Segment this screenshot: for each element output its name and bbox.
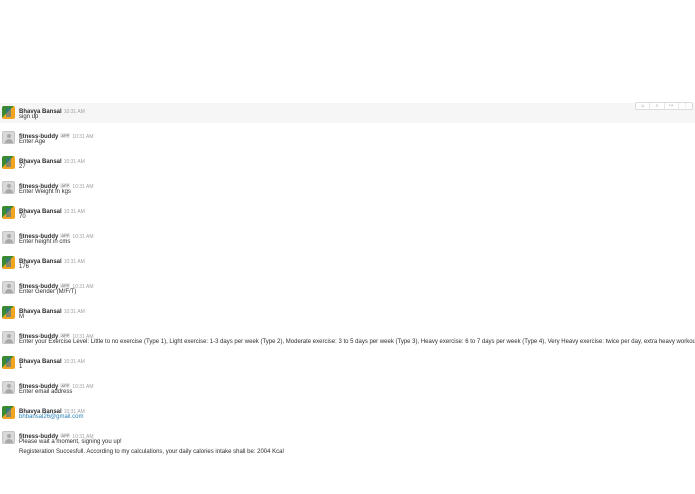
message-row[interactable]: Bhavya Bansal 10:31 AM bhbansal26@gmail.co… [0, 403, 695, 423]
message-timestamp[interactable]: 10:31 AM [64, 309, 85, 315]
message-row[interactable]: Bhavya Bansal 10:31 AM sign up [0, 103, 695, 123]
app-badge: APP [60, 133, 71, 138]
message-row[interactable]: Bhavya Bansal 10:31 AM 176 [0, 253, 695, 273]
message-row[interactable]: fitness-buddy APP 10:31 AM Enter Weight in … [0, 178, 695, 198]
bot-avatar[interactable] [2, 431, 15, 444]
message-meta: Bhavya Bansal 10:31 AM [19, 204, 695, 215]
message-text: Enter email address [19, 389, 73, 395]
message-row[interactable]: fitness-buddy APP 10:31 AM Enter email addr… [0, 378, 695, 398]
message-row[interactable]: fitness-buddy APP 10:31 AM Please wait a mo… [0, 428, 695, 458]
message-row[interactable]: Bhavya Bansal 10:31 AM 70 [0, 203, 695, 223]
bot-avatar[interactable] [2, 331, 15, 344]
message-meta: Bhavya Bansal 10:31 AM [19, 404, 695, 415]
message-meta: fitness-buddy APP 10:31 AM [19, 429, 695, 440]
message-text: Enter Gender (M/F/T) [19, 289, 77, 295]
message-meta: fitness-buddy APP 10:31 AM [19, 179, 695, 190]
message-row[interactable]: fitness-buddy APP 10:31 AM Enter Gender (M/… [0, 278, 695, 298]
message-text: 1 [19, 364, 23, 370]
email-link[interactable]: bhbansal26@gmail.com [19, 414, 83, 420]
message-timestamp[interactable]: 10:31 AM [64, 159, 85, 165]
user-avatar[interactable] [2, 356, 15, 369]
message-timestamp[interactable]: 10:31 AM [64, 259, 85, 265]
sender-name[interactable]: Bhavya Bansal [19, 359, 62, 365]
message-timestamp[interactable]: 10:31 AM [64, 359, 85, 365]
message-row[interactable]: Bhavya Bansal 10:31 AM M [0, 303, 695, 323]
start-thread-icon[interactable]: ⌕ [650, 103, 665, 109]
share-message-icon[interactable]: ↪ [665, 103, 679, 109]
user-avatar[interactable] [2, 306, 15, 319]
bot-avatar[interactable] [2, 381, 15, 394]
user-avatar[interactable] [2, 156, 15, 169]
message-timestamp[interactable]: 10:31 AM [72, 134, 93, 140]
user-avatar[interactable] [2, 256, 15, 269]
message-timestamp[interactable]: 10:31 AM [72, 184, 93, 190]
message-text: Please wait a moment, signing you up! [19, 439, 122, 445]
more-actions-icon[interactable]: ⋮ [679, 103, 692, 109]
message-meta: Bhavya Bansal 10:31 AM [19, 154, 695, 165]
message-text: Enter your Exercise Level: Little to no … [19, 339, 695, 345]
message-text: sign up [19, 114, 39, 120]
bot-avatar[interactable] [2, 181, 15, 194]
add-reaction-icon[interactable]: ☺ [636, 103, 651, 109]
message-row[interactable]: fitness-buddy APP 10:31 AM Enter Age [0, 128, 695, 148]
message-text: Enter Age [19, 139, 46, 145]
message-meta: fitness-buddy APP 10:31 AM [19, 379, 695, 390]
message-text: bhbansal26@gmail.com [19, 413, 695, 422]
message-meta: Bhavya Bansal 10:31 AM [19, 304, 695, 315]
bot-avatar[interactable] [2, 281, 15, 294]
message-timestamp[interactable]: 10:31 AM [72, 234, 93, 240]
message-meta: fitness-buddy APP 10:31 AM [19, 229, 695, 240]
message-text: 70 [19, 214, 26, 220]
message-row[interactable]: fitness-buddy APP 10:31 AM Enter your Exerc… [0, 328, 695, 348]
user-avatar[interactable] [2, 406, 15, 419]
message-text: 27 [19, 164, 26, 170]
message-timestamp[interactable]: 10:31 AM [64, 109, 85, 115]
message-timestamp[interactable]: 10:31 AM [64, 209, 85, 215]
user-avatar[interactable] [2, 206, 15, 219]
user-avatar[interactable] [2, 106, 15, 119]
message-row[interactable]: Bhavya Bansal 10:31 AM 1 [0, 353, 695, 373]
bot-avatar[interactable] [2, 131, 15, 144]
message-meta: fitness-buddy APP 10:31 AM [19, 329, 695, 340]
message-meta: fitness-buddy APP 10:31 AM [19, 279, 695, 290]
message-text: Enter Weight in kgs [19, 189, 71, 195]
message-actions: ☺ ⌕ ↪ ⋮ [635, 102, 693, 110]
message-meta: Bhavya Bansal 10:31 AM [19, 254, 695, 265]
message-text: Enter height in cms [19, 239, 71, 245]
message-row[interactable]: Bhavya Bansal 10:31 AM 27 [0, 153, 695, 173]
message-meta: Bhavya Bansal 10:31 AM [19, 354, 695, 365]
message-text-followup: Registeration Succesfull. According to m… [19, 449, 284, 455]
message-meta: Bhavya Bansal 10:31 AM [19, 104, 695, 115]
message-row[interactable]: fitness-buddy APP 10:31 AM Enter height in … [0, 228, 695, 248]
message-list: Bhavya Bansal 10:31 AM sign up fitness-budd… [0, 103, 695, 463]
bot-avatar[interactable] [2, 231, 15, 244]
message-meta: fitness-buddy APP 10:31 AM [19, 129, 695, 140]
sender-name[interactable]: Bhavya Bansal [19, 309, 62, 315]
message-timestamp[interactable]: 10:31 AM [72, 384, 93, 390]
message-text: 176 [19, 264, 30, 270]
message-text: M [19, 314, 24, 320]
